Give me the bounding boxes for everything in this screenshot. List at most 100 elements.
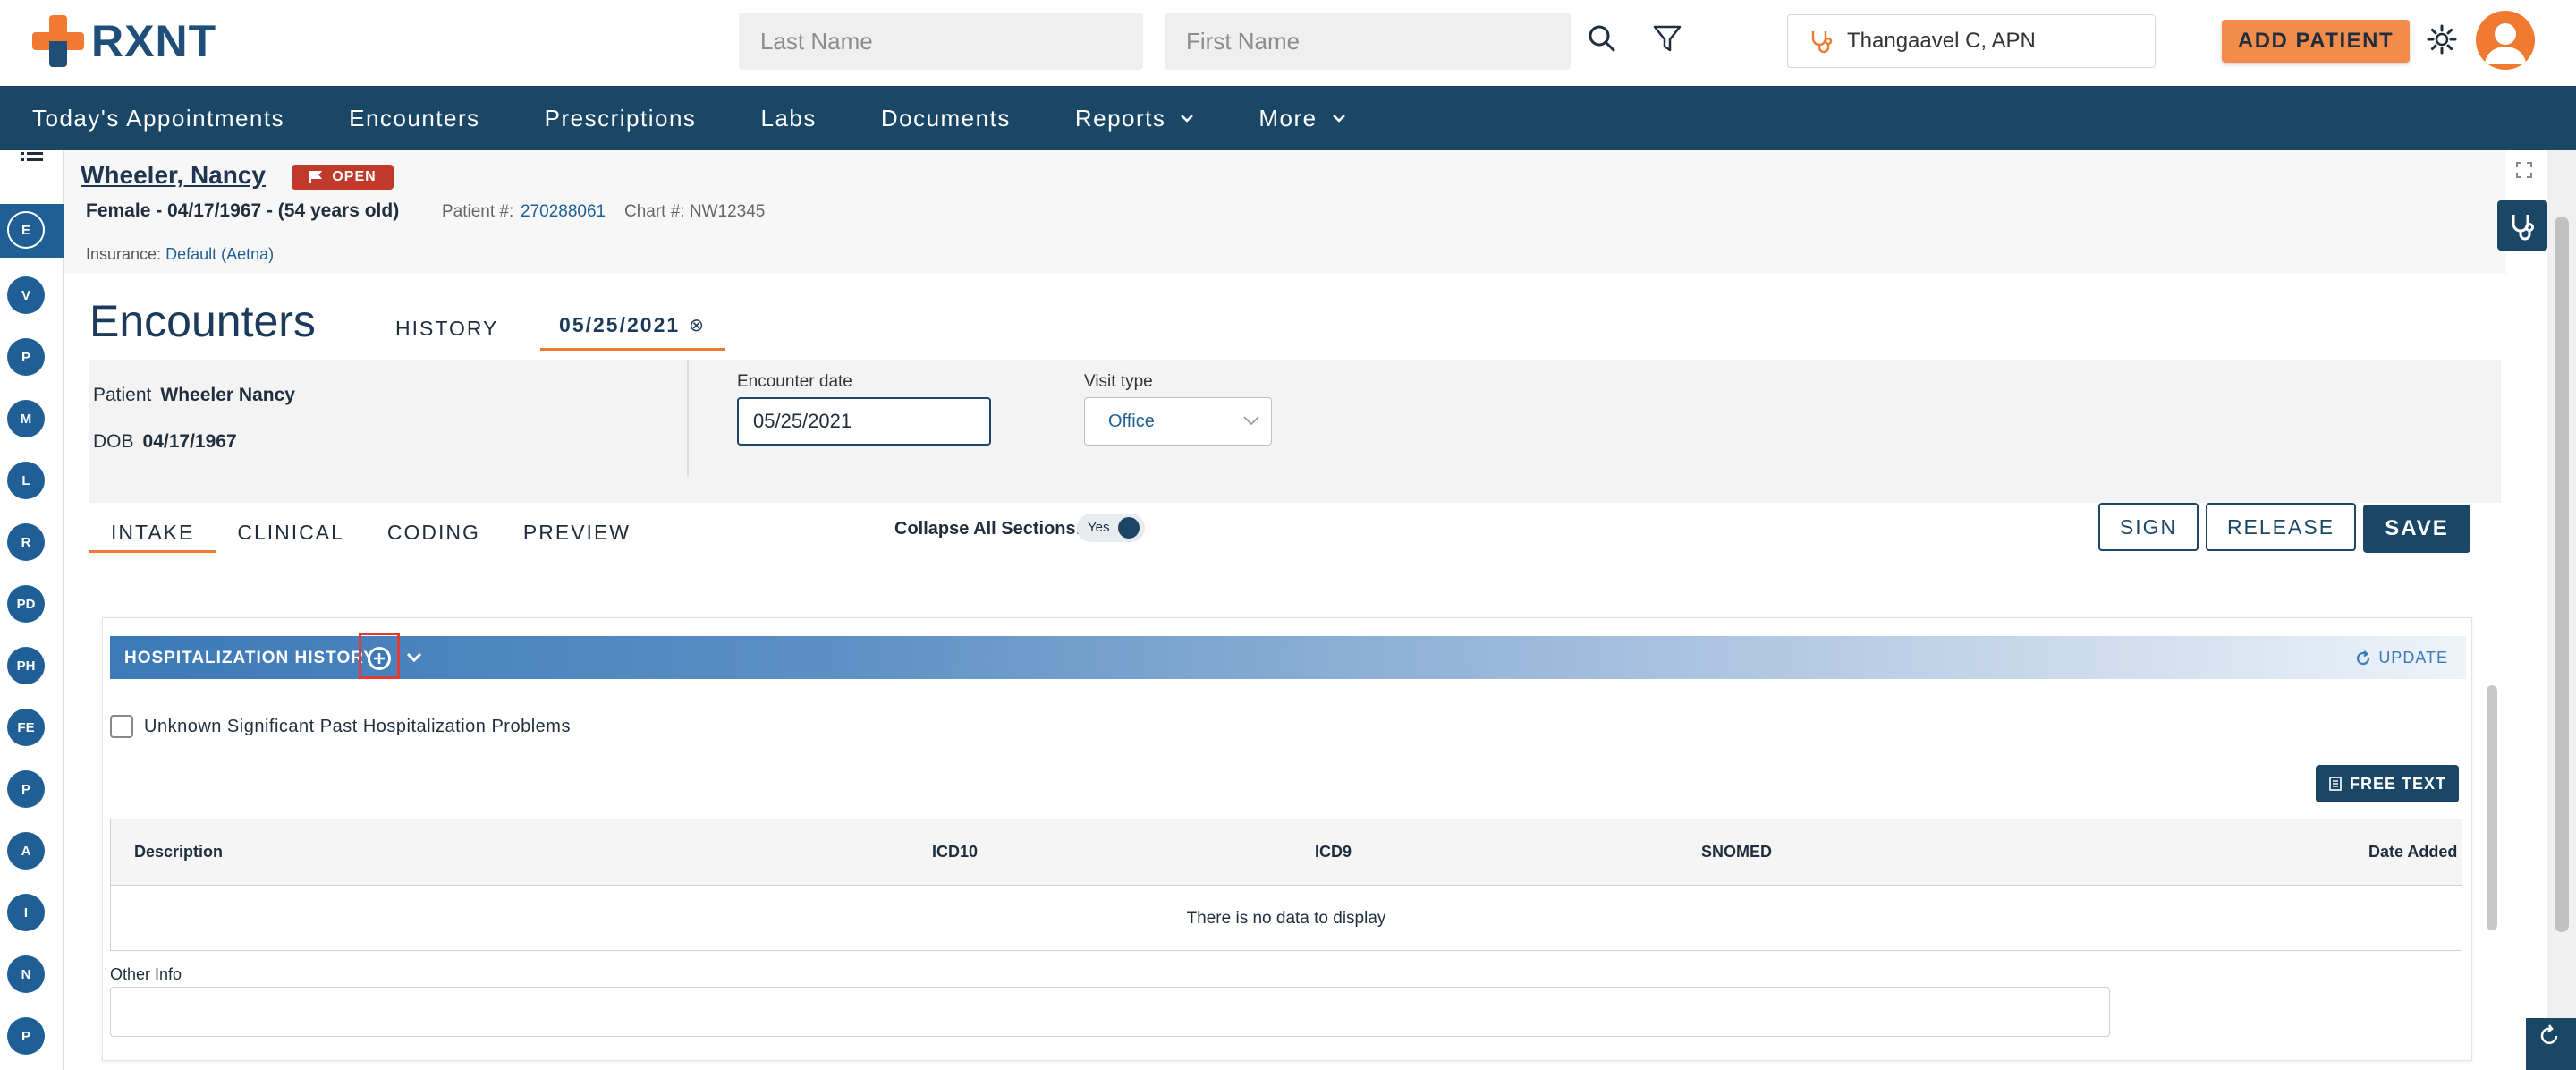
rail-button-fe[interactable]: FE [7, 709, 45, 746]
column-description[interactable]: Description [134, 843, 223, 862]
rail-button-pd[interactable]: PD [7, 585, 45, 623]
rail-active-row: E [0, 204, 64, 258]
add-hospitalization-button[interactable] [368, 647, 391, 670]
hospitalization-table: Description ICD10 ICD9 SNOMED Date Added… [110, 819, 2462, 951]
support-tab[interactable] [2526, 1018, 2576, 1070]
rail-button-e[interactable]: E [7, 211, 45, 249]
other-info-label: Other Info [110, 965, 182, 983]
first-name-search-input[interactable] [1165, 13, 1571, 70]
section-rail: E V P M L R PD PH FE P A I N P [0, 150, 64, 1070]
tab-clinical[interactable]: CLINICAL [216, 512, 366, 553]
visit-type-label: Visit type [1084, 372, 1153, 391]
unknown-hospitalization-checkbox[interactable] [110, 715, 133, 738]
gear-icon[interactable] [2426, 23, 2458, 55]
inner-scrollbar[interactable] [2487, 685, 2497, 930]
divider [687, 360, 689, 476]
hospitalization-history-card: HOSPITALIZATION HISTORY UPDATE Unknown S… [102, 617, 2472, 1061]
dob-field: DOB 04/17/1967 [93, 431, 237, 452]
rail-button-p2[interactable]: P [7, 770, 45, 808]
update-link[interactable]: UPDATE [2355, 649, 2448, 667]
main-nav: Today's Appointments Encounters Prescrip… [0, 86, 2576, 150]
encounter-date-label: Encounter date [737, 372, 852, 391]
add-patient-button[interactable]: ADD PATIENT [2222, 20, 2410, 63]
tab-intake[interactable]: INTAKE [89, 512, 216, 553]
nav-encounters[interactable]: Encounters [349, 105, 480, 132]
nav-todays-appointments[interactable]: Today's Appointments [32, 105, 284, 132]
rail-button-p3[interactable]: P [7, 1017, 45, 1055]
refresh-icon [2357, 650, 2370, 665]
tab-coding[interactable]: CODING [366, 512, 502, 553]
column-icd10[interactable]: ICD10 [932, 843, 978, 862]
document-icon [2329, 777, 2342, 791]
stethoscope-icon [1811, 31, 1833, 54]
toggle-knob [1118, 517, 1140, 539]
nav-documents[interactable]: Documents [881, 105, 1011, 132]
chevron-down-icon [1181, 115, 1194, 123]
chart-number: Chart #: NW12345 [624, 202, 766, 221]
nav-prescriptions[interactable]: Prescriptions [545, 105, 697, 132]
rail-button-p[interactable]: P [7, 338, 45, 376]
rail-button-n[interactable]: N [7, 955, 45, 993]
rail-button-ph[interactable]: PH [7, 647, 45, 684]
collapse-all-label: Collapse All Sections: [894, 519, 1082, 539]
rxnt-logo[interactable]: RXNT [32, 14, 216, 68]
rail-button-i[interactable]: I [7, 894, 45, 931]
flag-icon [309, 171, 323, 183]
insurance-value-link[interactable]: Default (Aetna) [165, 245, 274, 263]
patient-field: Patient Wheeler Nancy [93, 385, 295, 405]
expand-icon[interactable] [2513, 159, 2535, 181]
page-title: Encounters [89, 296, 316, 346]
logo-cross-icon [32, 15, 84, 67]
section-title: HOSPITALIZATION HISTORY [124, 649, 376, 667]
tab-history[interactable]: HISTORY [395, 317, 498, 341]
visit-type-select[interactable]: Office [1084, 397, 1272, 446]
chevron-down-icon [1243, 416, 1259, 426]
user-avatar[interactable] [2476, 11, 2535, 70]
last-name-search-input[interactable] [739, 13, 1143, 70]
column-date-added[interactable]: Date Added [2368, 843, 2457, 862]
list-icon[interactable] [21, 150, 43, 168]
checkbox-label: Unknown Significant Past Hospitalization… [144, 717, 571, 736]
status-badge: OPEN [292, 165, 394, 190]
provider-name: Thangaavel C, APN [1847, 29, 2036, 53]
search-icon[interactable] [1585, 21, 1621, 57]
logo-text: RXNT [91, 16, 217, 66]
patient-number-link[interactable]: 270288061 [521, 202, 606, 222]
plus-circle-icon [370, 650, 388, 667]
nav-more[interactable]: More [1258, 105, 1345, 132]
chevron-down-icon[interactable] [405, 650, 423, 665]
collapse-all-toggle[interactable]: Yes [1077, 514, 1145, 542]
release-button[interactable]: RELEASE [2206, 503, 2356, 551]
column-snomed[interactable]: SNOMED [1701, 843, 1772, 862]
top-bar: RXNT Thangaavel C, APN ADD PATIENT [0, 0, 2576, 86]
page-scrollbar-thumb[interactable] [2555, 217, 2569, 932]
patient-summary: Female - 04/17/1967 - (54 years old) [86, 200, 400, 221]
refresh-icon [2540, 1024, 2558, 1044]
other-info-textarea[interactable] [110, 987, 2110, 1037]
rail-button-l[interactable]: L [7, 462, 45, 499]
encounter-date-input[interactable] [737, 397, 991, 446]
sign-button[interactable]: SIGN [2098, 503, 2199, 551]
rail-button-m[interactable]: M [7, 400, 45, 437]
rail-button-v[interactable]: V [7, 276, 45, 314]
filter-icon[interactable] [1649, 21, 1685, 57]
encounter-info-panel: Patient Wheeler Nancy DOB 04/17/1967 Encou… [89, 360, 2501, 503]
column-icd9[interactable]: ICD9 [1315, 843, 1352, 862]
encounter-subtabs: INTAKE CLINICAL CODING PREVIEW [89, 512, 652, 553]
nav-reports[interactable]: Reports [1075, 105, 1195, 132]
nav-labs[interactable]: Labs [760, 105, 816, 132]
tab-preview[interactable]: PREVIEW [502, 512, 652, 553]
section-header[interactable]: HOSPITALIZATION HISTORY UPDATE [110, 633, 2466, 679]
clinical-tools-button[interactable] [2497, 200, 2547, 251]
rail-button-a[interactable]: A [7, 832, 45, 870]
patient-name-link[interactable]: Wheeler, Nancy [80, 161, 266, 190]
free-text-button[interactable]: FREE TEXT [2316, 765, 2459, 802]
table-header: Description ICD10 ICD9 SNOMED Date Added [111, 819, 2462, 886]
provider-selector[interactable]: Thangaavel C, APN [1787, 14, 2156, 68]
rail-button-r[interactable]: R [7, 523, 45, 561]
close-tab-icon[interactable]: ⊗ [689, 314, 706, 336]
tab-encounter-date[interactable]: 05/25/2021 ⊗ [540, 302, 724, 351]
patient-number-label: Patient #: [442, 202, 514, 221]
save-button[interactable]: SAVE [2363, 505, 2470, 553]
patient-header: Wheeler, Nancy OPEN Female - 04/17/1967 … [64, 150, 2547, 274]
